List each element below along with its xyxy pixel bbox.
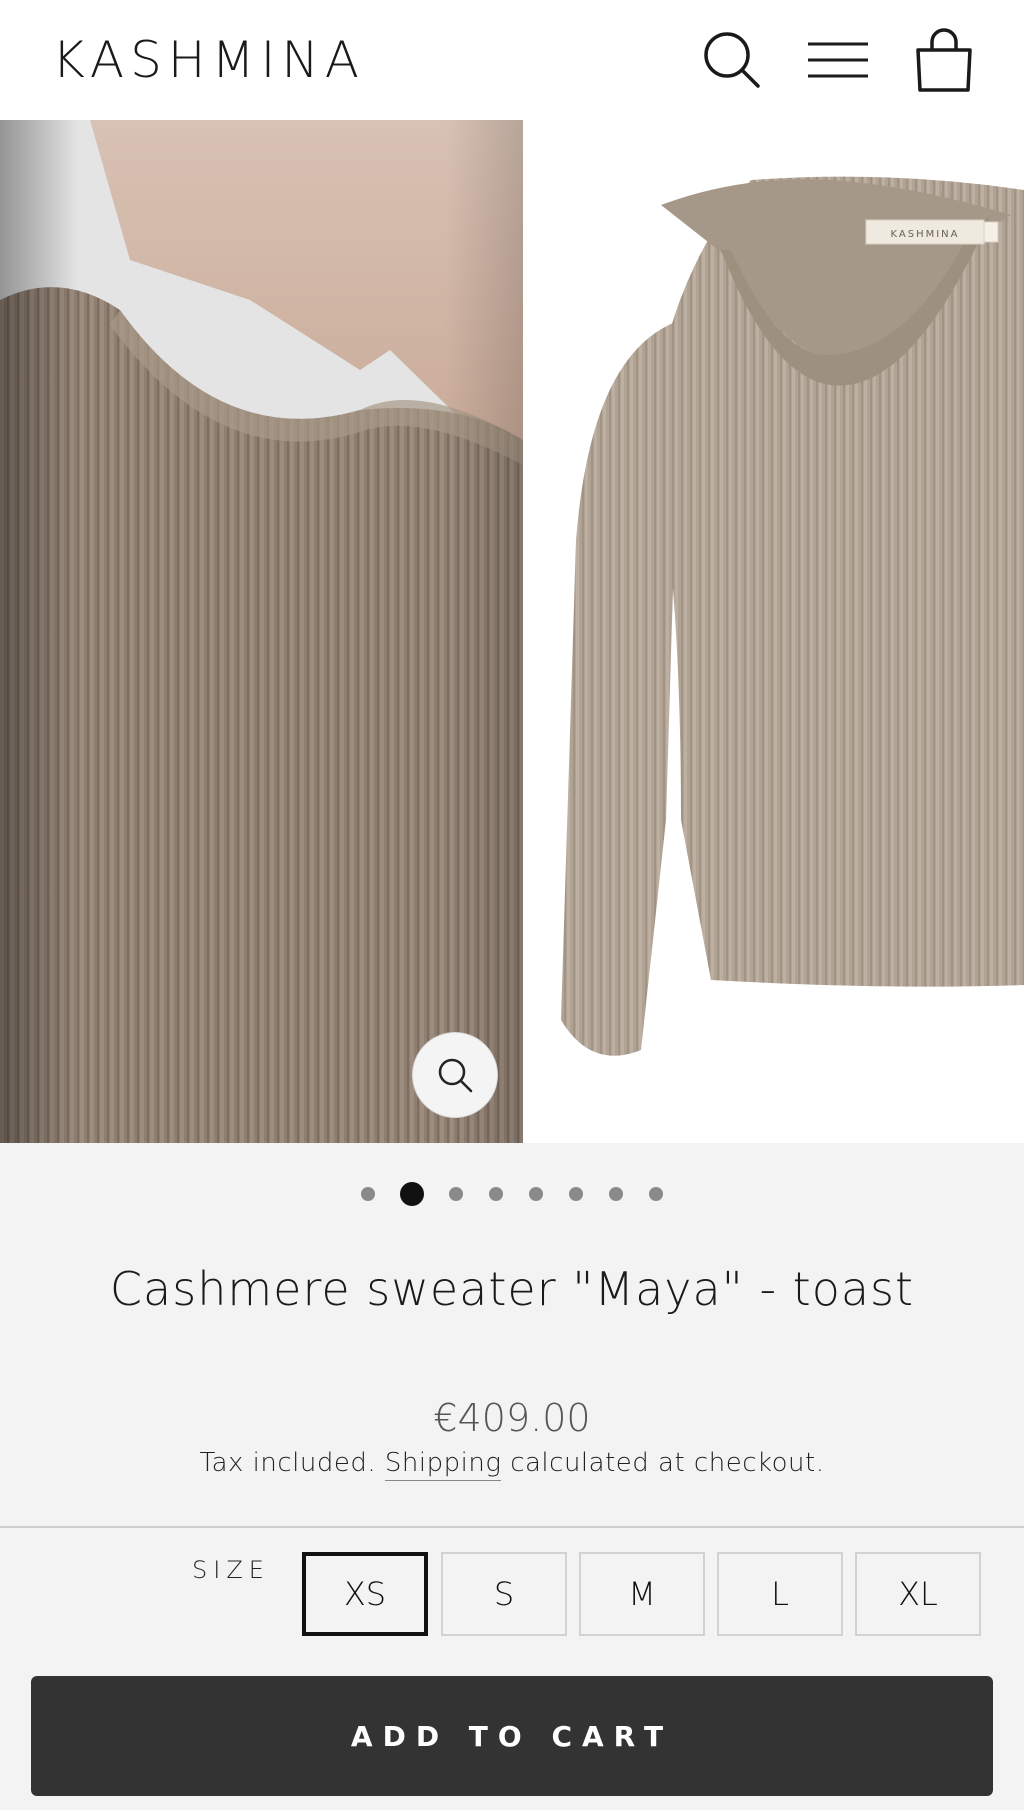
product-front-image: KASHMINA (531, 120, 1024, 1143)
size-option-xs[interactable]: XS (302, 1552, 428, 1636)
section-divider (0, 1526, 1024, 1528)
product-image-model[interactable] (0, 120, 523, 1143)
pagination-dot[interactable] (489, 1187, 503, 1201)
size-option-l[interactable]: L (717, 1552, 843, 1636)
tax-suffix-text: calculated at checkout. (501, 1448, 825, 1478)
product-title: Cashmere sweater "Maya" - toast (109, 1262, 915, 1316)
search-icon[interactable] (700, 28, 764, 92)
pagination-dot[interactable] (529, 1187, 543, 1201)
model-closeup-image (0, 120, 523, 1143)
zoom-magnifier-icon (438, 1058, 473, 1093)
pagination-dot[interactable] (449, 1187, 463, 1201)
size-option-m[interactable]: M (579, 1552, 705, 1636)
product-image-front[interactable]: KASHMINA (531, 120, 1024, 1143)
sweater-label-text: KASHMINA (891, 229, 960, 240)
site-header: KASHMINA (0, 0, 1024, 120)
brand-logo[interactable]: KASHMINA (52, 28, 365, 92)
pagination-dot[interactable] (569, 1187, 583, 1201)
size-option-s[interactable]: S (441, 1552, 567, 1636)
product-price: €409.00 (433, 1396, 591, 1440)
size-label: SIZE (192, 1556, 270, 1584)
tax-prefix-text: Tax included. (199, 1448, 385, 1478)
zoom-button[interactable] (412, 1032, 498, 1118)
product-image-gallery[interactable]: KASHMINA (0, 120, 1024, 1143)
pagination-dot[interactable] (361, 1187, 375, 1201)
gallery-pagination (0, 1182, 1024, 1206)
add-to-cart-button[interactable]: ADD TO CART (31, 1676, 993, 1796)
pagination-dot[interactable] (649, 1187, 663, 1201)
pagination-dot-active[interactable] (400, 1182, 424, 1206)
tax-shipping-note: Tax included. Shipping calculated at che… (0, 1448, 1024, 1481)
menu-icon[interactable] (806, 28, 870, 92)
size-option-xl[interactable]: XL (855, 1552, 981, 1636)
shipping-link[interactable]: Shipping (384, 1448, 502, 1481)
cart-bag-icon[interactable] (912, 28, 976, 92)
pagination-dot[interactable] (609, 1187, 623, 1201)
